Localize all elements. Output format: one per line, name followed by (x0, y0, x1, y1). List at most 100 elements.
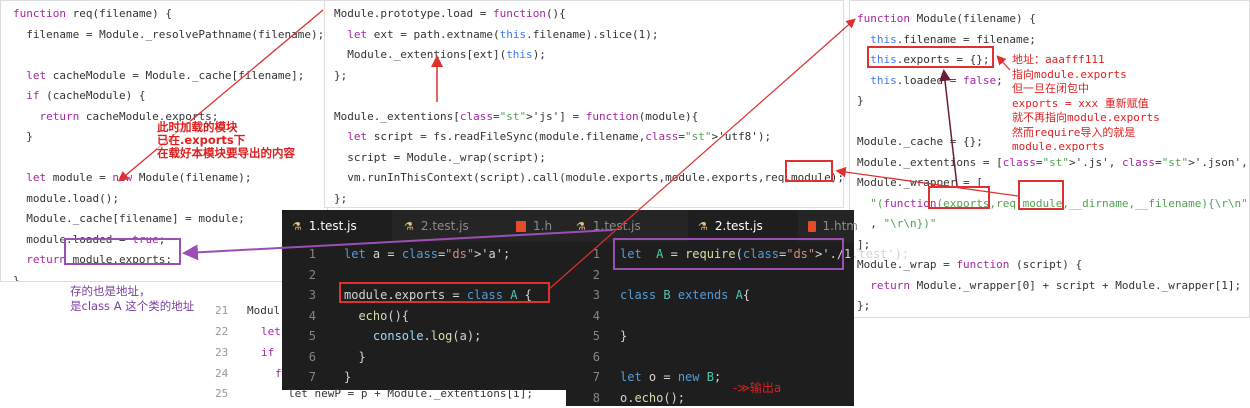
highlight-module-exports-class (339, 282, 550, 303)
code-text: } (344, 347, 366, 368)
line-number: 4 (296, 306, 316, 327)
code-text: o.echo(); (620, 388, 685, 408)
ghost-line-number: 23 (215, 346, 228, 359)
line-number: 2 (580, 265, 600, 286)
req-code-line (13, 45, 324, 66)
tab-label: 1.htm (823, 219, 858, 233)
module-code-line: }; (857, 296, 1250, 317)
highlight-exports-param (928, 186, 990, 209)
code-panel-load: Module.prototype.load = function(){ let … (324, 0, 844, 208)
ghost-line-number: 21 (215, 304, 228, 317)
ghost-line: let newP = p + Module._extentions[i]; (288, 387, 533, 400)
highlight-require (613, 238, 844, 270)
editor-line[interactable]: 4 echo(){ (282, 306, 570, 327)
ghost-line-number: 24 (215, 367, 228, 380)
load-code-line: Module.prototype.load = function(){ (334, 4, 844, 25)
module-code-line: return Module._wrapper[0] + script + Mod… (857, 276, 1250, 297)
code-text: echo(){ (344, 306, 409, 327)
line-number: 8 (580, 388, 600, 408)
line-number: 7 (296, 367, 316, 388)
load-code-line: }; (334, 66, 844, 87)
req-code-line: function req(filename) { (13, 4, 324, 25)
code-text: console.log(a); (344, 326, 481, 347)
load-code-line: vm.runInThisContext(script).call(module.… (334, 168, 844, 189)
ghost-line-number: 25 (215, 387, 228, 400)
flask-icon: ⚗ (576, 220, 586, 233)
editor-line[interactable]: 1 let a = class="ds">'a'; (282, 244, 570, 265)
line-number: 2 (296, 265, 316, 286)
ghost-line: Modul (247, 304, 280, 317)
flask-icon: ⚗ (698, 220, 708, 233)
line-number: 6 (580, 347, 600, 368)
req-code-line: module.load(); (13, 189, 324, 210)
editor-line[interactable]: 6 (566, 347, 854, 368)
flask-icon: ⚗ (404, 220, 414, 233)
line-number: 1 (296, 244, 316, 265)
note-output: -≫输出a (733, 381, 781, 396)
load-code-line (334, 86, 844, 107)
highlight-module-arg (785, 160, 833, 182)
ghost-line: f (275, 367, 282, 380)
req-code-line: if (cacheModule) { (13, 86, 324, 107)
tab-label: 2.test.js (421, 219, 469, 233)
tab-label: 1.test.js (309, 219, 357, 233)
tab-2-test-js[interactable]: ⚗ 2.test.js (394, 210, 504, 242)
code-text: } (620, 326, 627, 347)
load-code-line: }; (334, 189, 844, 209)
code-text: let a = class="ds">'a'; (344, 244, 510, 265)
editor-line[interactable]: 6 } (282, 347, 570, 368)
note-exports-address: 地址：aaafff111 指向module.exports 但一旦在闭包中 ex… (1012, 53, 1160, 155)
code-text: let o = new B; (620, 367, 721, 388)
line-number: 5 (296, 326, 316, 347)
module-code-line: , "\r\n})" (857, 214, 1250, 235)
module-load-code: Module.prototype.load = function(){ let … (334, 4, 844, 208)
editor-line[interactable]: 4 (566, 306, 854, 327)
tab-label: 1.h (533, 219, 552, 233)
editor-1-tabbar: ⚗ 1.test.js ⚗ 2.test.js 1.h (282, 210, 570, 242)
highlight-return-exports (64, 238, 181, 265)
load-code-line: script = Module._wrap(script); (334, 148, 844, 169)
tab-1-test-js[interactable]: ⚗ 1.test.js (282, 210, 392, 242)
note-class-address: 存的也是地址， 是class A 这个类的地址 (70, 284, 194, 314)
ghost-line: if (261, 346, 274, 359)
line-number: 3 (580, 285, 600, 306)
req-code-line: filename = Module._resolvePathname(filen… (13, 25, 324, 46)
code-text: } (344, 367, 351, 388)
line-number: 1 (580, 244, 600, 265)
code-text: class B extends A{ (620, 285, 750, 306)
html5-icon (808, 221, 816, 232)
module-code-line: Module._wrap = function (script) { (857, 255, 1250, 276)
line-number: 5 (580, 326, 600, 347)
req-code-line: Module._cache[filename] = module; (13, 209, 324, 230)
tab-label: 2.test.js (715, 219, 763, 233)
module-code-line: Module._extentions = [class="st">'.js', … (857, 153, 1250, 174)
line-number: 4 (580, 306, 600, 327)
line-number: 6 (296, 347, 316, 368)
editor-line[interactable]: 5} (566, 326, 854, 347)
html5-icon (516, 221, 526, 232)
ghost-line: let (261, 325, 281, 338)
editor-line[interactable]: 7} (282, 367, 570, 388)
load-code-line: let script = fs.readFileSync(module.file… (334, 127, 844, 148)
line-number: 3 (296, 285, 316, 306)
module-code-line: function Module(filename) { (857, 9, 1250, 30)
editor-line[interactable]: 5 console.log(a); (282, 326, 570, 347)
tab-label: 1.test.js (593, 219, 641, 233)
req-code-line: let cacheModule = Module._cache[filename… (13, 66, 324, 87)
highlight-this-exports (867, 46, 994, 68)
load-code-line: let ext = path.extname(this.filename).sl… (334, 25, 844, 46)
req-code-line: let module = new Module(filename); (13, 168, 324, 189)
ghost-line-number: 22 (215, 325, 228, 338)
load-code-line: Module._extentions[class="st">'js'] = fu… (334, 107, 844, 128)
highlight-module-param (1018, 180, 1064, 210)
editor-line[interactable]: 7 let o = new B; (566, 367, 854, 388)
editor-line[interactable]: 8 o.echo(); (566, 388, 854, 408)
flask-icon: ⚗ (292, 220, 302, 233)
req-code-line: } (13, 271, 324, 283)
line-number: 7 (580, 367, 600, 388)
module-code-line: ]; (857, 235, 1250, 256)
editor-line[interactable]: 3 class B extends A{ (566, 285, 854, 306)
load-code-line: Module._extentions[ext](this); (334, 45, 844, 66)
note-loaded-module: 此时加载的模块 已在.exports下 在载好本模块要导出的内容 (157, 121, 295, 160)
editor-1-code: 1let a = class="ds">'a';23module.exports… (282, 244, 570, 390)
